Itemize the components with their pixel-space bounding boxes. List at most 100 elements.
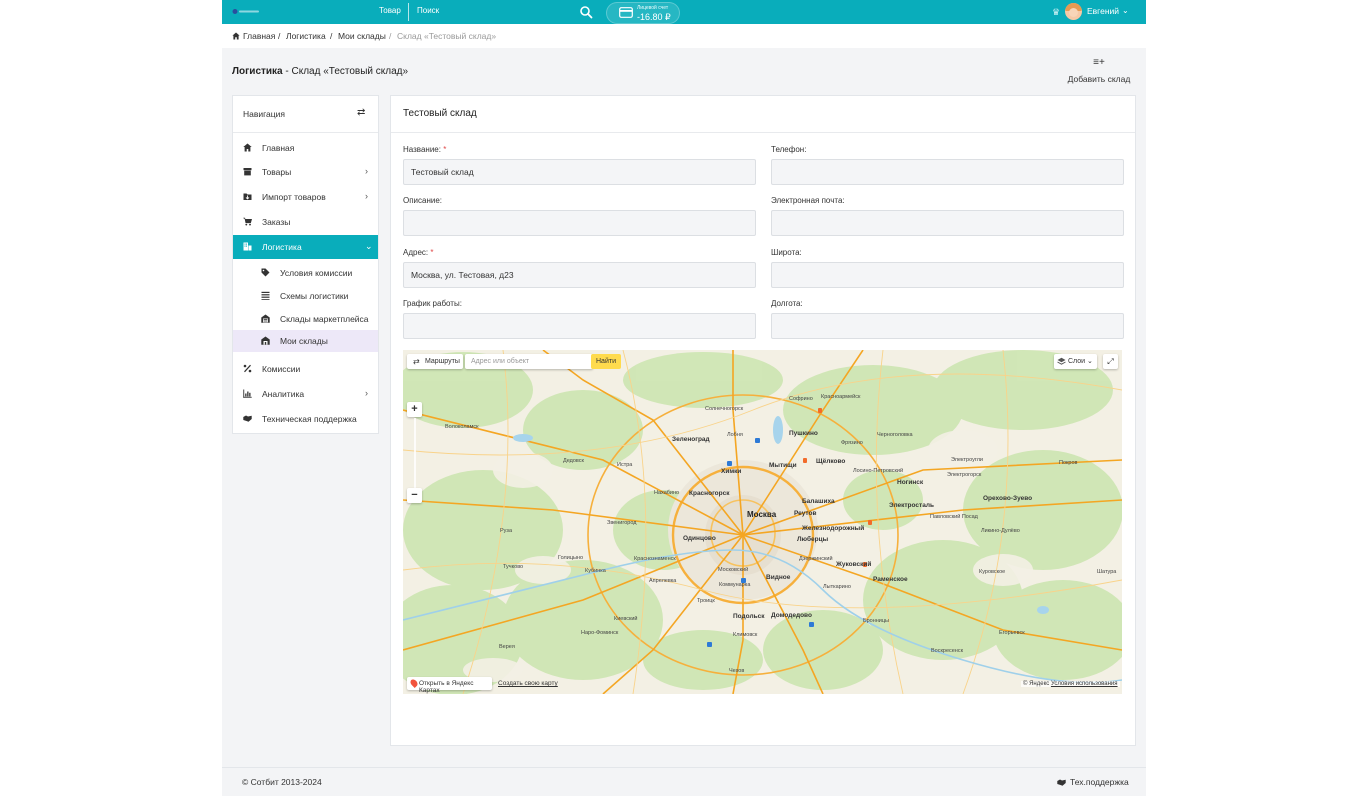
map-search-input[interactable]: Адрес или объект: [465, 354, 593, 369]
layers-icon: [1057, 357, 1066, 365]
city-label: Ликино-Дулёво: [981, 528, 1020, 534]
home-icon[interactable]: [232, 32, 240, 40]
logo-icon[interactable]: [232, 7, 260, 16]
zoom-out-button[interactable]: −: [407, 488, 422, 503]
nav-item-import[interactable]: Импорт товаров ›: [233, 185, 378, 209]
city-label: Мытищи: [769, 462, 797, 469]
city-label: Покров: [1059, 460, 1078, 466]
avatar[interactable]: [1065, 3, 1082, 20]
add-warehouse-label: Добавить склад: [1067, 74, 1131, 84]
address-label-text: Адрес:: [403, 248, 429, 257]
page-title-section: Логистика: [232, 66, 283, 77]
create-map-link[interactable]: Создать свою карту: [498, 680, 558, 687]
nav-item-products[interactable]: Товары ›: [233, 160, 378, 184]
chevron-down-icon[interactable]: ⌄: [1122, 6, 1129, 15]
product-link[interactable]: Товар: [379, 6, 401, 15]
routes-button[interactable]: ⇄ Маршруты: [407, 354, 463, 369]
map-widget[interactable]: Москва Зеленоград Химки Мытищи Красногор…: [403, 350, 1122, 694]
email-input[interactable]: [771, 210, 1124, 236]
fullscreen-icon[interactable]: ⤢: [1103, 354, 1118, 369]
city-label: Дедовск: [563, 458, 584, 464]
nav-item-logistics[interactable]: Логистика ⌄: [233, 235, 378, 259]
breadcrumb-item-logistics[interactable]: Логистика: [286, 31, 326, 41]
required-mark: *: [430, 248, 434, 257]
footer-support-label: Тех.поддержка: [1070, 777, 1129, 787]
balance-widget[interactable]: Лицевой счет -16.80 ₽: [606, 2, 680, 24]
chevron-down-icon: ⌄: [365, 241, 373, 251]
zoom-in-button[interactable]: +: [407, 402, 422, 417]
city-label: Апрелевка: [649, 578, 677, 584]
city-label: Домодедово: [771, 612, 812, 619]
address-label: Адрес: *: [403, 248, 433, 257]
address-input[interactable]: [403, 262, 756, 288]
city-label: Волоколамск: [445, 424, 479, 430]
phone-label: Телефон:: [771, 145, 807, 154]
city-label: Жуковский: [836, 561, 872, 568]
search-icon[interactable]: [579, 5, 593, 19]
city-label: Верея: [499, 644, 515, 650]
nav-item-commissions[interactable]: Комиссии: [233, 357, 378, 381]
city-label: Красногорск: [689, 490, 730, 497]
city-label: Раменское: [873, 576, 908, 583]
city-label: Орехово-Зуево: [983, 495, 1033, 502]
latitude-input[interactable]: [771, 262, 1124, 288]
map-search-placeholder: Адрес или объект: [471, 358, 530, 365]
nav-item-support[interactable]: Техническая поддержка: [233, 407, 378, 431]
nav-item-home[interactable]: Главная: [233, 136, 378, 160]
breadcrumb-separator: /: [278, 31, 281, 41]
breadcrumb-item-home[interactable]: Главная: [243, 31, 275, 41]
map-tiles[interactable]: [403, 350, 1122, 694]
required-mark: *: [443, 145, 447, 154]
city-label: Кубинка: [585, 568, 606, 574]
schedule-input[interactable]: [403, 313, 756, 339]
nav-subitem-marketplace-warehouses[interactable]: Склады маркетплейса: [233, 308, 378, 330]
nav-item-analytics[interactable]: Аналитика ›: [233, 382, 378, 406]
my-warehouse-icon: [261, 336, 270, 345]
city-label: Руза: [500, 528, 512, 534]
city-label: Наро-Фоминск: [581, 630, 619, 636]
open-in-yandex-button[interactable]: Открыть в Яндекс Картах: [407, 677, 492, 694]
nav-item-label: Техническая поддержка: [262, 414, 357, 424]
nav-item-label: Главная: [262, 143, 295, 153]
layers-label: Слои: [1068, 358, 1086, 365]
footer-support-link[interactable]: Тех.поддержка: [1057, 777, 1129, 787]
nav-item-label: Комиссии: [262, 364, 301, 374]
map-find-button[interactable]: Найти: [591, 354, 621, 369]
zoom-slider-track[interactable]: [414, 418, 416, 488]
nav-subitem-logistics-schemes[interactable]: Схемы логистики: [233, 285, 378, 307]
city-label: Тучково: [503, 564, 524, 570]
folder-import-icon: [243, 193, 252, 200]
building-icon: [243, 242, 252, 251]
chart-icon: [243, 389, 252, 398]
breadcrumb-item-my-warehouses[interactable]: Мои склады: [338, 31, 386, 41]
nav-subitem-commission-terms[interactable]: Условия комиссии: [233, 262, 378, 284]
swap-icon[interactable]: ⇄: [357, 107, 365, 118]
nav-item-label: Заказы: [262, 217, 291, 227]
search-link[interactable]: Поиск: [417, 6, 439, 15]
user-name[interactable]: Евгений: [1087, 6, 1119, 16]
name-input[interactable]: [403, 159, 756, 185]
navigation-panel: Навигация ⇄ Главная Товары › Импорт това…: [232, 95, 379, 434]
add-warehouse-button[interactable]: ≡+ Добавить склад: [1066, 58, 1132, 85]
city-label: Реутов: [794, 510, 817, 517]
phone-input[interactable]: [771, 159, 1124, 185]
card-title: Тестовый склад: [403, 108, 477, 119]
city-label: Красноармейск: [821, 394, 861, 400]
name-label-text: Название:: [403, 145, 441, 154]
description-input[interactable]: [403, 210, 756, 236]
city-label: Бронницы: [863, 618, 889, 624]
longitude-input[interactable]: [771, 313, 1124, 339]
warehouse-icon: [261, 314, 270, 323]
map-copyright: © Яндекс Условия использования: [1021, 681, 1120, 687]
city-label: Пушкино: [789, 430, 818, 437]
city-label: Солнечногорск: [705, 406, 744, 412]
city-label: Москва: [747, 510, 777, 519]
nav-subitem-label: Схемы логистики: [280, 291, 349, 301]
nav-subitem-my-warehouses[interactable]: Мои склады: [233, 330, 378, 352]
open-in-yandex-label: Открыть в Яндекс Картах: [419, 680, 474, 694]
navigation-header: Навигация ⇄: [233, 96, 378, 133]
terms-link[interactable]: Условия использования: [1051, 681, 1118, 687]
nav-item-orders[interactable]: Заказы: [233, 210, 378, 234]
city-label: Электросталь: [889, 502, 934, 509]
layers-button[interactable]: Слои ⌄: [1054, 354, 1097, 369]
